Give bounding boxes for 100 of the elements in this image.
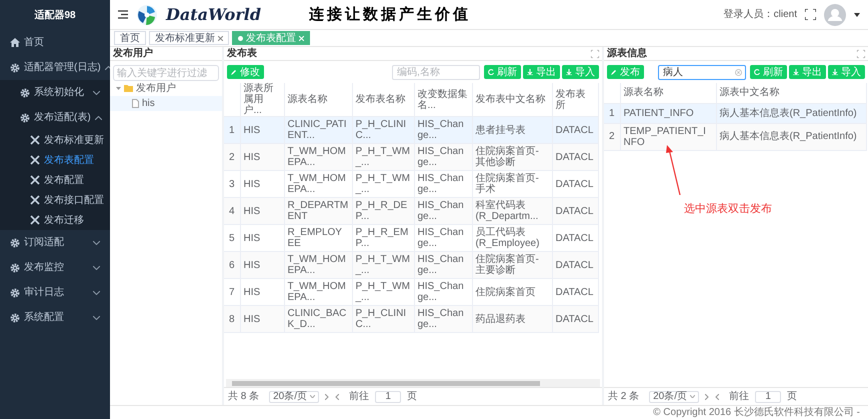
clear-icon[interactable] bbox=[735, 68, 742, 76]
table-cell-text: CLINIC_BACK_D... bbox=[288, 308, 348, 330]
chevron-down-icon bbox=[310, 395, 316, 398]
menu-item[interactable]: 发布迁移 bbox=[0, 210, 110, 230]
prev-page-icon[interactable] bbox=[335, 394, 340, 400]
tab[interactable]: 首页 bbox=[114, 31, 146, 45]
arrow-icon bbox=[566, 69, 572, 75]
pencil-icon bbox=[231, 69, 237, 75]
column-header[interactable]: 源表所属用户... bbox=[244, 83, 280, 116]
logo-icon bbox=[136, 4, 158, 26]
expand-icon[interactable] bbox=[591, 50, 599, 58]
table-cell-text: P_H_CLINIC... bbox=[356, 119, 408, 141]
table-cell-text: T_WM_HOMEPA... bbox=[288, 254, 347, 276]
menu-item[interactable]: 发布监控 bbox=[0, 255, 110, 280]
table-cell-text: P_H_CLINIC... bbox=[356, 308, 408, 330]
chevron-up-icon bbox=[94, 116, 102, 120]
menu-item[interactable]: 发布接口配置 bbox=[0, 190, 110, 210]
fullscreen-icon[interactable] bbox=[805, 9, 816, 20]
menu-item[interactable]: 系统初始化 bbox=[0, 80, 110, 105]
table-row[interactable]: 1 PATIENT_INFO 病人基本信息表(R_PatientInfo) bbox=[604, 103, 866, 123]
search-field[interactable]: 编码,名称 bbox=[392, 64, 480, 80]
search-field[interactable]: 病人 bbox=[658, 64, 746, 80]
row-number: 1 bbox=[608, 108, 615, 118]
column-header[interactable]: 发布表中文名称 bbox=[476, 94, 548, 105]
next-page-icon[interactable] bbox=[325, 394, 330, 400]
table-row[interactable]: 7 HIS T_WM_HOMEPA... P_H_T_WM_... HIS_Change... 住院病案首页 DATACL bbox=[224, 278, 598, 306]
menu-item[interactable]: 订阅适配 bbox=[0, 230, 110, 255]
goto-label: 前往 bbox=[349, 390, 370, 404]
chevron-down-icon bbox=[690, 395, 696, 398]
table-cell-text: 住院病案首页 bbox=[476, 286, 536, 298]
menu-item[interactable]: 发布标准更新 bbox=[0, 130, 110, 150]
table-cell-text: 患者挂号表 bbox=[476, 124, 526, 136]
panel-title: 发布表 bbox=[227, 46, 258, 61]
gear-icon bbox=[10, 262, 20, 272]
arrow-icon bbox=[527, 69, 533, 75]
page-size-select[interactable]: 20条/页 bbox=[269, 390, 320, 402]
page-input[interactable]: 1 bbox=[375, 390, 402, 402]
caret-icon[interactable] bbox=[854, 12, 860, 16]
expand-icon[interactable] bbox=[857, 50, 865, 58]
home-icon bbox=[10, 38, 20, 48]
column-header[interactable]: 发布表名称 bbox=[356, 94, 410, 105]
chevron-down-icon bbox=[93, 266, 100, 270]
search-field[interactable]: 输入关键字进行过滤 bbox=[113, 65, 219, 81]
table-cell-text: HIS_Change... bbox=[418, 227, 465, 249]
app-title: 适配器98 bbox=[34, 8, 76, 22]
table-cell-text: 病人基本信息表(R_PatientInfo) bbox=[720, 131, 858, 142]
menu-item[interactable]: 首页 bbox=[0, 30, 110, 55]
horizontal-scrollbar[interactable] bbox=[226, 379, 600, 387]
tree-item[interactable]: 发布用户 bbox=[110, 81, 222, 96]
menu-item[interactable]: 审计日志 bbox=[0, 280, 110, 305]
refresh-icon bbox=[488, 69, 494, 75]
gear-icon bbox=[20, 88, 30, 98]
column-header[interactable]: 源表中文名称 bbox=[720, 87, 862, 98]
gear-icon bbox=[10, 238, 20, 248]
table-row[interactable]: 1 HIS CLINIC_PATIENT... P_H_CLINIC... HIS_Change... 患者挂号表 DATACL bbox=[224, 116, 598, 144]
menu-item[interactable]: 系统配置 bbox=[0, 305, 110, 330]
menu-item[interactable]: 发布配置 bbox=[0, 170, 110, 190]
table-row[interactable]: 8 HIS CLINIC_BACK_D... P_H_CLINIC... HIS_Change... 药品退药表 DATACL bbox=[224, 306, 598, 332]
menu-item[interactable]: 发布表配置 bbox=[0, 150, 110, 170]
chevron-down-icon bbox=[93, 90, 100, 94]
table-cell-text: T_WM_HOMEPA... bbox=[288, 146, 347, 168]
row-number: 1 bbox=[228, 124, 235, 136]
goto-label: 前往 bbox=[729, 390, 750, 404]
row-number: 5 bbox=[228, 232, 235, 244]
table-row[interactable]: 4 HIS R_DEPARTMENT P_H_R_DEP... HIS_Change... 科室代码表(R_Departm... DATACL bbox=[224, 198, 598, 224]
table-cell: R_DEPARTMENT bbox=[288, 200, 348, 222]
menu-item[interactable]: 发布适配(表) bbox=[0, 105, 110, 130]
tree-item[interactable]: his bbox=[110, 96, 222, 111]
column-header[interactable]: 改变数据集名... bbox=[418, 88, 468, 110]
arrow-icon bbox=[832, 69, 838, 75]
table-cell-text: HIS bbox=[244, 124, 262, 136]
table-cell-text: 员工代码表(R_Employee) bbox=[476, 227, 540, 249]
column-header[interactable]: 源表名称 bbox=[624, 87, 712, 98]
table-row[interactable]: 6 HIS T_WM_HOMEPA... P_H_T_WM_... HIS_Change... 住院病案首页-主要诊断 DATACL bbox=[224, 252, 598, 278]
table-row[interactable]: 5 HIS R_EMPLOYEE P_H_R_EMP... HIS_Change... 员工代码表(R_Employee) DATACL bbox=[224, 224, 598, 252]
avatar-icon[interactable] bbox=[824, 4, 846, 26]
table-cell-text: HIS_Change... bbox=[418, 146, 465, 168]
menu-icon[interactable] bbox=[118, 10, 128, 19]
user-label: 登录人员：client bbox=[724, 8, 797, 22]
tab[interactable]: 发布标准更新 bbox=[149, 31, 229, 45]
column-header[interactable]: 源表名称 bbox=[288, 94, 348, 105]
table-row[interactable]: 2 HIS T_WM_HOMEPA... P_H_T_WM_... HIS_Change... 住院病案首页-其他诊断 DATACL bbox=[224, 144, 598, 170]
menu-item[interactable]: 适配器管理(日志) bbox=[0, 55, 110, 80]
chevron-down-icon bbox=[93, 316, 100, 320]
caret-down-icon[interactable] bbox=[116, 86, 121, 91]
next-page-icon[interactable] bbox=[705, 394, 710, 400]
folder-icon bbox=[124, 85, 133, 92]
table-cell-text: 科室代码表(R_Departm... bbox=[476, 200, 540, 222]
table-cell-text: HIS_Change... bbox=[418, 200, 465, 222]
page-size-select[interactable]: 20条/页 bbox=[649, 390, 700, 402]
close-icon[interactable] bbox=[218, 36, 223, 40]
table-cell-text: HIS bbox=[244, 260, 262, 270]
page-unit-label: 页 bbox=[407, 390, 418, 404]
page-input[interactable]: 1 bbox=[755, 390, 782, 402]
table-cell-text: 住院病案首页-主要诊断 bbox=[476, 254, 540, 276]
prev-page-icon[interactable] bbox=[715, 394, 720, 400]
table-row[interactable]: 3 HIS T_WM_HOMEPA... P_H_T_WM_... HIS_Change... 住院病案首页-手术 DATACL bbox=[224, 170, 598, 198]
table-cell-text: P_H_R_EMP... bbox=[356, 227, 410, 249]
panel-title: 源表信息 bbox=[607, 46, 648, 61]
column-header[interactable]: 发布表所 bbox=[556, 88, 594, 110]
